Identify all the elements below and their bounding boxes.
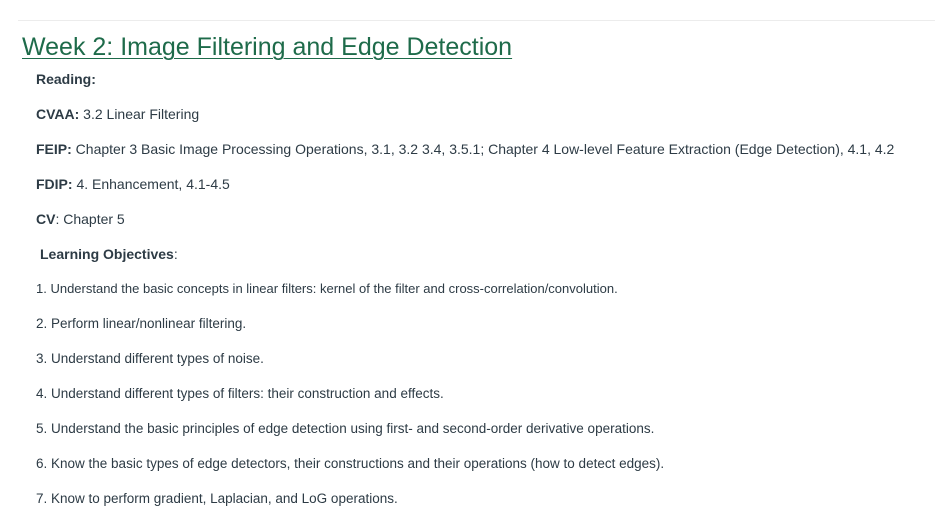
reading-item-fdip: FDIP: 4. Enhancement, 4.1-4.5 (36, 175, 230, 193)
reading-item-label: CVAA: (36, 106, 80, 122)
divider (18, 20, 935, 21)
objective-item: 4. Understand different types of filters… (36, 386, 444, 401)
page-title-link[interactable]: Week 2: Image Filtering and Edge Detecti… (22, 33, 512, 62)
reading-item-label: CV (36, 211, 56, 227)
objective-item: 5. Understand the basic principles of ed… (36, 421, 655, 436)
objectives-heading: Learning Objectives: (40, 245, 178, 263)
reading-item-feip: FEIP: Chapter 3 Basic Image Processing O… (36, 140, 894, 158)
reading-item-text: : Chapter 5 (55, 211, 125, 227)
objective-item: 3. Understand different types of noise. (36, 351, 264, 366)
reading-item-text: 3.2 Linear Filtering (79, 106, 200, 122)
reading-heading: Reading: (36, 70, 96, 88)
reading-heading-label: Reading: (36, 71, 96, 87)
objectives-heading-suffix: : (173, 246, 178, 262)
reading-item-cvaa: CVAA: 3.2 Linear Filtering (36, 105, 199, 123)
reading-item-label: FDIP: (36, 176, 73, 192)
page-content: Week 2: Image Filtering and Edge Detecti… (0, 0, 939, 526)
reading-item-cv: CV: Chapter 5 (36, 210, 125, 228)
objectives-heading-label: Learning Objectives (40, 246, 174, 262)
objective-item: 2. Perform linear/nonlinear filtering. (36, 316, 247, 331)
reading-item-label: FEIP: (36, 141, 72, 157)
reading-item-text: 4. Enhancement, 4.1-4.5 (72, 176, 230, 192)
objective-item: 7. Know to perform gradient, Laplacian, … (36, 491, 398, 506)
objective-item: 1. Understand the basic concepts in line… (36, 281, 618, 296)
reading-item-text: Chapter 3 Basic Image Processing Operati… (71, 141, 895, 157)
objective-item: 6. Know the basic types of edge detector… (36, 456, 665, 471)
